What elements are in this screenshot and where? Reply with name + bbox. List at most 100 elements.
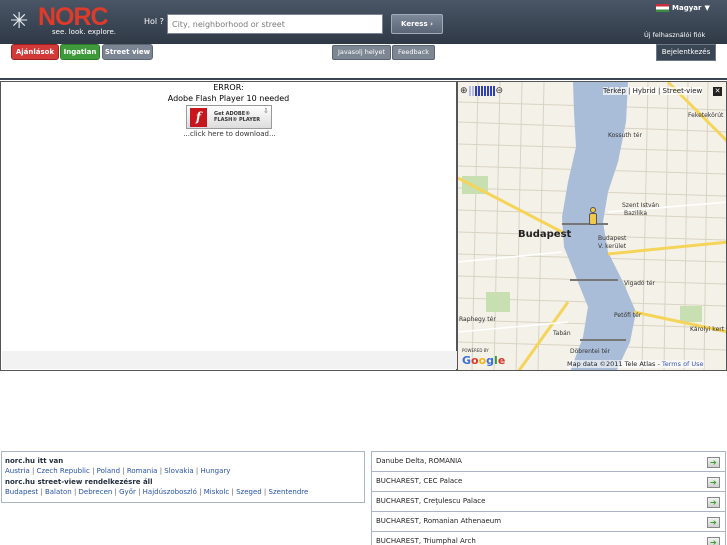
download-arrow-icon: ⇩ <box>263 107 269 115</box>
logo-star-icon: ✳ <box>10 9 29 34</box>
flash-badge-text: Get ADOBE® FLASH® PLAYER <box>214 111 260 123</box>
chevron-down-icon: ▼ <box>704 4 710 12</box>
flash-download-link[interactable]: ...click here to download... <box>1 130 458 138</box>
country-links: Austria | Czech Republic | Poland | Roma… <box>5 467 231 475</box>
list-item[interactable]: BUCHAREST, Creţulescu Palace <box>371 491 726 512</box>
powered-by-label: POWERED BY <box>462 348 489 353</box>
zoom-slider-step[interactable] <box>492 86 495 96</box>
map-label: Bazilika <box>624 210 647 217</box>
streetview-available-title: norc.hu street-view rendelkezésre áll <box>5 478 153 486</box>
map-label: Feketekörút <box>688 112 724 119</box>
country-link[interactable]: Hungary <box>201 467 231 475</box>
language-selector[interactable]: Magyar ▼ <box>656 3 710 13</box>
location-name: BUCHAREST, Creţulescu Palace <box>376 497 486 505</box>
zoom-slider-step[interactable] <box>483 86 486 96</box>
country-link[interactable]: Czech Republic <box>37 467 90 475</box>
hungarian-flag-icon <box>656 4 669 12</box>
flash-footer-strip <box>2 351 457 369</box>
location-name: Danube Delta, ROMANIA <box>376 457 462 465</box>
search-label: Hol ? <box>144 17 164 26</box>
feedback-button[interactable]: Feedback <box>392 45 435 60</box>
country-link[interactable]: Poland <box>97 467 120 475</box>
city-link[interactable]: Hajdúszoboszló <box>143 488 197 496</box>
city-link[interactable]: Balaton <box>45 488 72 496</box>
tab-bar-divider <box>0 78 727 80</box>
city-links: Budapest | Balaton | Debrecen | Győr | H… <box>5 488 309 496</box>
tab-street-view[interactable]: Street view <box>102 44 153 60</box>
coverage-info-box: norc.hu itt van Austria | Czech Republic… <box>1 451 365 503</box>
norc-here-title: norc.hu itt van <box>5 457 64 465</box>
close-icon[interactable]: ✕ <box>713 87 722 96</box>
flash-error-title: ERROR: <box>213 83 244 92</box>
location-name: BUCHAREST, CEC Palace <box>376 477 463 485</box>
search-button[interactable]: Keress › <box>391 14 443 34</box>
city-link[interactable]: Debrecen <box>79 488 113 496</box>
city-link[interactable]: Budapest <box>5 488 38 496</box>
map-label: Tabán <box>553 330 571 337</box>
go-arrow-icon[interactable] <box>707 473 720 492</box>
city-link[interactable]: Miskolc <box>204 488 230 496</box>
zoom-out-icon[interactable]: ⊖ <box>496 86 504 96</box>
search-button-label: Keress <box>401 20 428 28</box>
zoom-in-icon[interactable]: ⊕ <box>460 86 468 96</box>
location-name: BUCHAREST, Romanian Athenaeum <box>376 517 502 525</box>
map-type-links[interactable]: Térkép | Hybrid | Street-view <box>603 87 703 95</box>
map-label: Budapest <box>598 235 627 242</box>
list-item[interactable]: BUCHAREST, Romanian Athenaeum <box>371 511 726 532</box>
google-logo[interactable]: Google <box>462 354 505 367</box>
map-panel[interactable]: ⊕ ⊖ Térkép | Hybrid | Street-view ✕ Koss… <box>457 81 727 371</box>
street-view-pegman-icon[interactable] <box>589 207 597 226</box>
map-copyright: Map data ©2011 Tele Atlas - Terms of Use <box>567 360 704 368</box>
city-link[interactable]: Szentendre <box>269 488 309 496</box>
city-link[interactable]: Győr <box>119 488 136 496</box>
map-label: Károlyi kert <box>690 326 725 333</box>
zoom-slider-step[interactable] <box>480 86 483 96</box>
go-arrow-icon[interactable] <box>707 453 720 472</box>
zoom-slider-step[interactable] <box>468 86 471 96</box>
map-label: Kossuth tér <box>608 132 642 139</box>
list-item[interactable]: BUCHAREST, CEC Palace <box>371 471 726 492</box>
list-item[interactable]: Danube Delta, ROMANIA <box>371 451 726 472</box>
country-link[interactable]: Romania <box>127 467 158 475</box>
zoom-slider-step[interactable] <box>474 86 477 96</box>
top-header: ✳ NORC see. look. explore. Hol ? Keress … <box>0 0 727 44</box>
terms-of-use-link[interactable]: Terms of Use <box>662 360 704 368</box>
location-name: BUCHAREST, Triumphal Arch <box>376 537 476 545</box>
logo-name: NORC <box>38 3 109 31</box>
list-item[interactable]: BUCHAREST, Triumphal Arch <box>371 531 726 545</box>
zoom-slider-step[interactable] <box>477 86 480 96</box>
map-label: Raphegy tér <box>459 316 496 323</box>
location-search-input[interactable] <box>167 14 383 34</box>
tab-real-estate[interactable]: Ingatlan <box>60 44 100 60</box>
map-label: Petőfi tér <box>614 312 642 319</box>
norc-logo[interactable]: ✳ NORC see. look. explore. <box>10 3 122 39</box>
flash-error: ERROR: Adobe Flash Player 10 needed <box>1 82 456 104</box>
map-label: Döbrentei tér <box>570 348 611 355</box>
zoom-slider-step[interactable] <box>486 86 489 96</box>
flash-badge-line2: FLASH® PLAYER <box>214 117 261 123</box>
city-link[interactable]: Szeged <box>236 488 262 496</box>
logo-tagline: see. look. explore. <box>52 28 116 36</box>
flash-viewer-panel: ERROR: Adobe Flash Player 10 needed f Ge… <box>0 81 457 371</box>
new-user-link[interactable]: Új felhasználói fiók <box>644 31 705 39</box>
chevron-right-icon: › <box>430 20 433 28</box>
map-zoom-controls[interactable]: ⊕ ⊖ <box>460 85 503 97</box>
flash-error-message: Adobe Flash Player 10 needed <box>167 94 290 103</box>
suggest-place-button[interactable]: Javasolj helyet <box>332 45 391 60</box>
map-label: Szent István <box>622 202 659 209</box>
map-copyright-text: Map data ©2011 Tele Atlas - <box>567 360 662 368</box>
login-button[interactable]: Bejelentkezés <box>656 44 716 61</box>
location-list: Danube Delta, ROMANIA BUCHAREST, CEC Pal… <box>371 451 726 545</box>
country-link[interactable]: Slovakia <box>164 467 193 475</box>
zoom-slider-step[interactable] <box>489 86 492 96</box>
language-label: Magyar <box>672 4 702 12</box>
get-flash-player-button[interactable]: f Get ADOBE® FLASH® PLAYER ⇩ <box>186 105 272 129</box>
country-link[interactable]: Austria <box>5 467 30 475</box>
go-arrow-icon[interactable] <box>707 513 720 532</box>
go-arrow-icon[interactable] <box>707 533 720 545</box>
tab-offers[interactable]: Ajánlások <box>11 44 59 60</box>
go-arrow-icon[interactable] <box>707 493 720 512</box>
zoom-slider-step[interactable] <box>471 86 474 96</box>
map-canvas[interactable] <box>458 82 727 371</box>
flash-logo-icon: f <box>190 108 207 127</box>
